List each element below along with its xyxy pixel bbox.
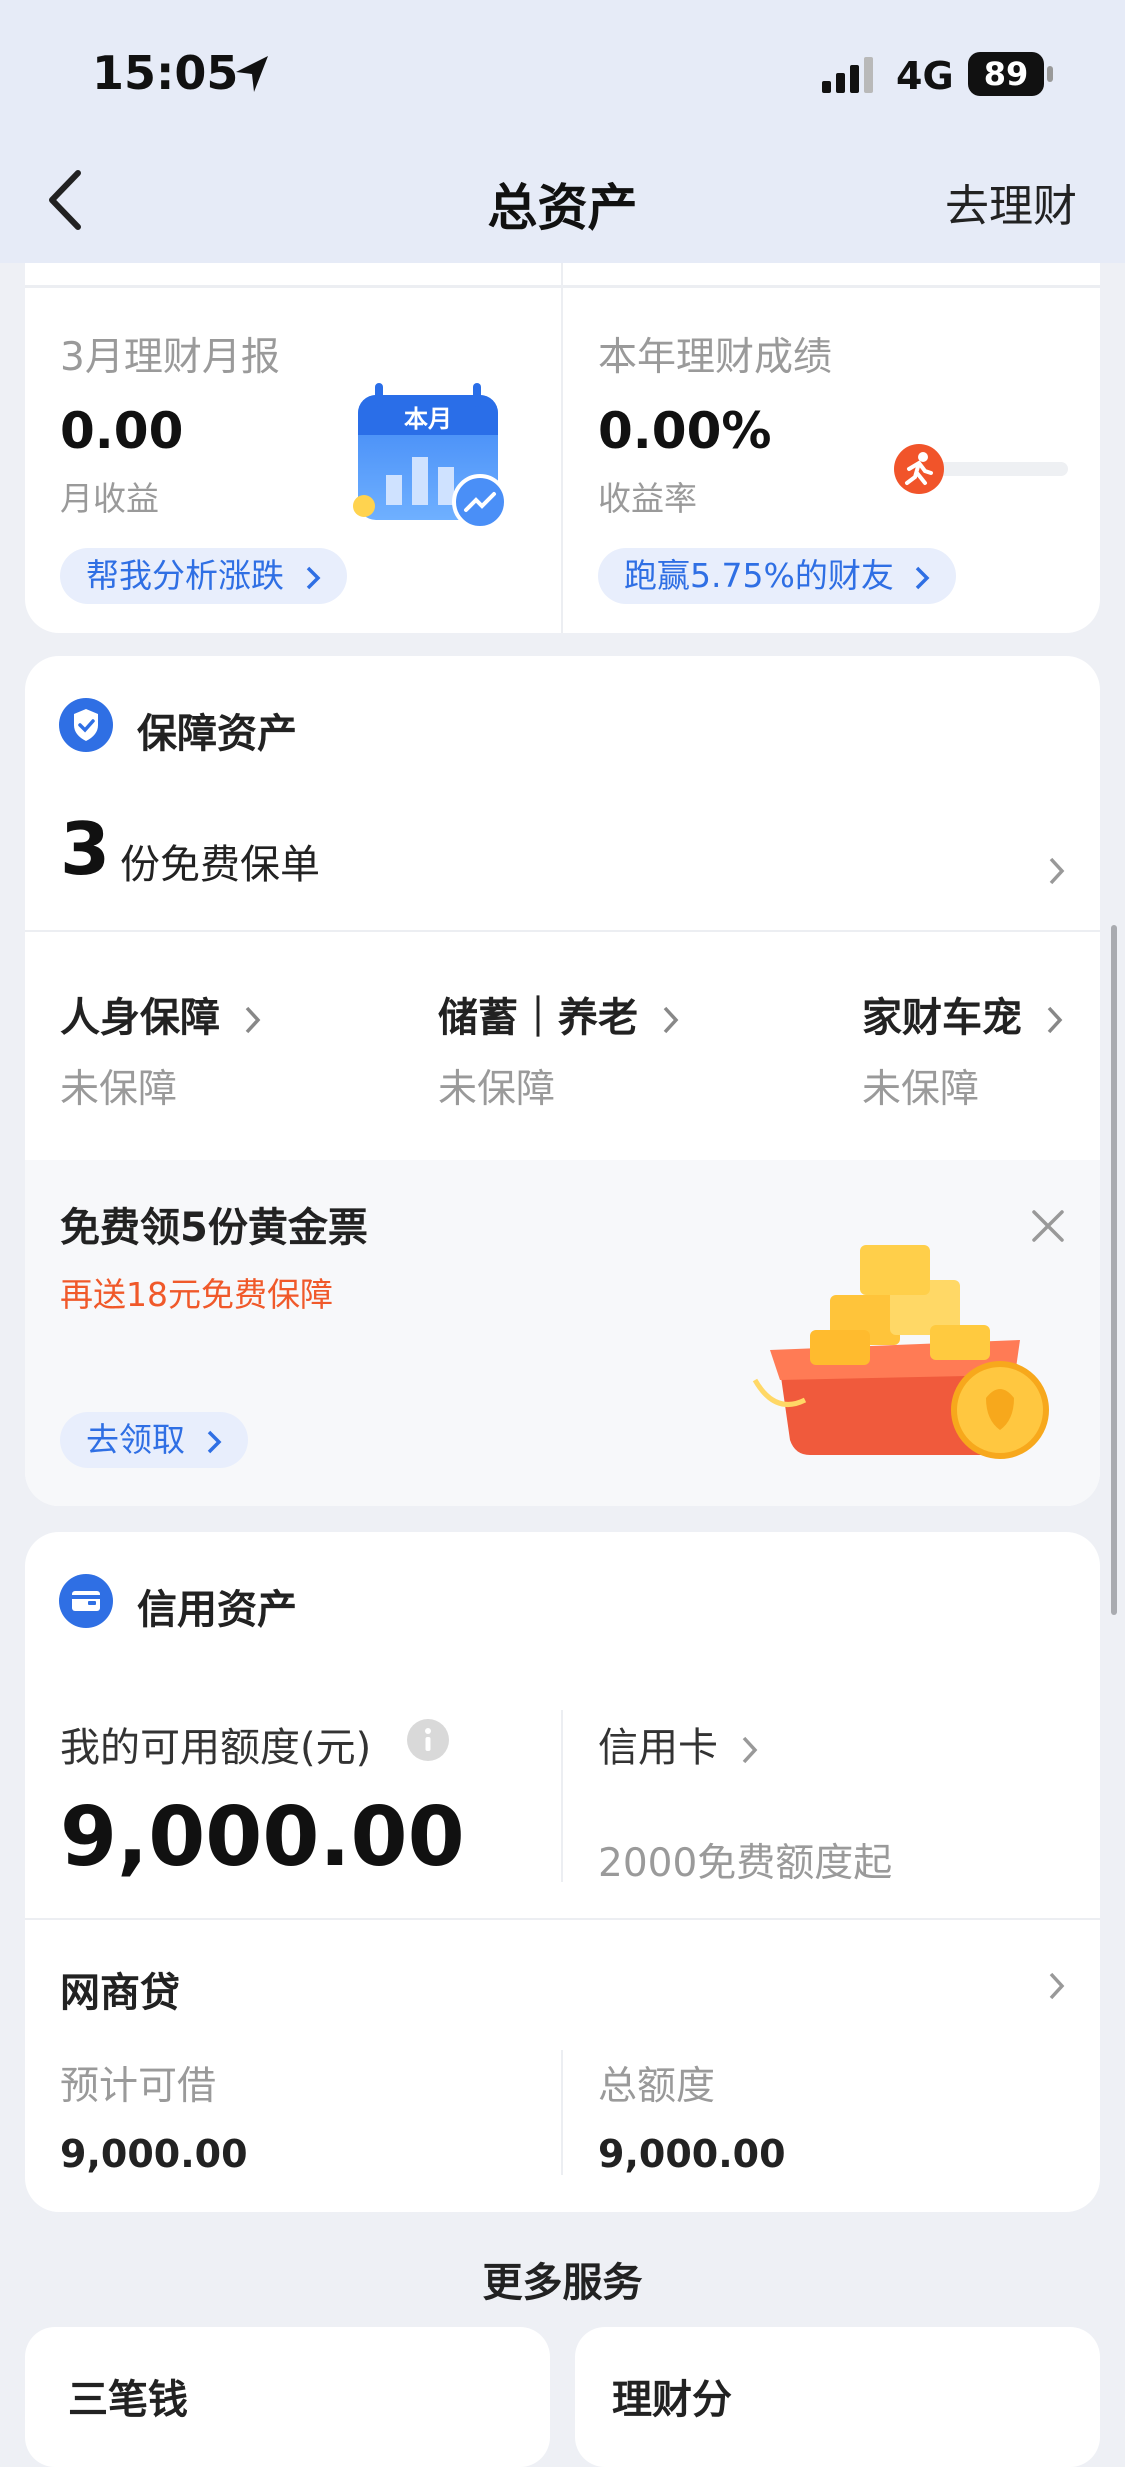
category-savings-status: 未保障 [438,1067,556,1112]
month-earnings-value: 0.00 [60,402,184,460]
chevron-right-icon [1047,1006,1063,1034]
chevron-right-icon [245,1006,261,1034]
beat-friends-label: 跑赢5.75%的财友 [624,556,894,595]
runner-icon [894,444,944,494]
coin-dot [353,495,375,517]
available-credit-label: 我的可用额度(元) [60,1725,372,1771]
go-invest-link[interactable]: 去理财 [945,170,1077,234]
policy-count-text[interactable]: 份免费保单 [120,832,320,890]
category-savings[interactable]: 储蓄｜养老 [438,985,680,1043]
shield-check-icon [59,698,113,752]
network-label: 4G [896,54,954,98]
chevron-right-icon[interactable] [1047,1970,1067,2002]
year-return-label: 收益率 [598,479,697,518]
policy-count: 3 [60,807,111,891]
month-report-title[interactable]: 3月理财月报 [60,326,280,382]
status-time: 15:05 [92,46,239,100]
insurance-section-title: 保障资产 [137,711,297,757]
credit-card-subtitle: 2000免费额度起 [598,1841,893,1886]
chevron-right-icon [207,1430,221,1453]
claim-button[interactable]: 去领取 [60,1412,248,1468]
loan-total-label: 总额度 [598,2064,716,2109]
signal-icon [822,57,873,93]
chevron-right-icon [306,566,320,589]
credit-section-title: 信用资产 [137,1587,297,1633]
loan-total-value: 9,000.00 [598,2132,786,2176]
more-services-title: 更多服务 [482,2260,643,2306]
chevron-right-icon [916,566,930,589]
category-savings-label: 储蓄｜养老 [438,995,638,1041]
chevron-right-icon[interactable] [1047,855,1067,887]
chevron-right-icon [742,1736,758,1764]
month-earnings-label: 月收益 [60,479,159,518]
insurance-divider [25,930,1100,932]
loan-title[interactable]: 网商贷 [60,1960,180,2018]
gold-box-illustration [752,1245,1049,1459]
year-performance-title[interactable]: 本年理财成绩 [598,326,832,382]
battery-indicator: 89 [968,52,1044,96]
trend-up-icon [452,474,508,530]
category-property-label: 家财车宠 [862,995,1022,1041]
analyze-button[interactable]: 帮我分析涨跌 [60,548,347,604]
analyze-button-label: 帮我分析涨跌 [86,556,284,595]
category-property[interactable]: 家财车宠 [862,985,1064,1043]
promo-subtitle: 再送18元免费保障 [60,1275,333,1314]
location-arrow-icon [236,56,268,92]
loan-split-divider [561,2050,563,2175]
credit-divider [25,1918,1100,1920]
category-property-status: 未保障 [862,1067,980,1112]
service-wealth-score-label: 理财分 [612,2377,732,2423]
loan-estimate-label: 预计可借 [60,2064,217,2109]
battery-tip [1047,66,1053,82]
claim-button-label: 去领取 [86,1420,185,1459]
info-icon[interactable] [405,1717,451,1763]
category-personal-label: 人身保障 [60,995,220,1041]
credit-card-link[interactable]: 信用卡 [598,1715,759,1773]
category-personal-status: 未保障 [60,1067,178,1112]
wallet-icon [59,1574,113,1628]
beat-friends-button[interactable]: 跑赢5.75%的财友 [598,548,957,604]
credit-card-label: 信用卡 [598,1725,718,1771]
credit-split-divider [561,1710,563,1882]
scrollbar[interactable] [1111,925,1117,1615]
category-personal[interactable]: 人身保障 [60,985,262,1043]
promo-title: 免费领5份黄金票 [60,1205,368,1251]
wealth-split-divider [561,263,563,633]
available-credit-value: 9,000.00 [60,1790,465,1885]
chevron-right-icon [663,1006,679,1034]
year-return-value: 0.00% [598,402,772,460]
service-three-funds-label: 三笔钱 [68,2377,188,2423]
loan-estimate-value: 9,000.00 [60,2132,248,2176]
